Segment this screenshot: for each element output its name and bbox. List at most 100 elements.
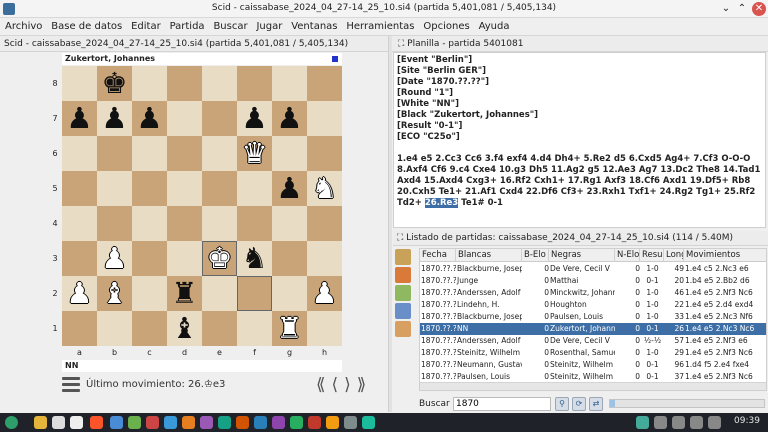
square-g4[interactable] — [272, 206, 307, 241]
square-f6[interactable]: ♛ — [237, 136, 272, 171]
menu-buscar[interactable]: Buscar — [210, 18, 250, 36]
bluetooth-icon[interactable] — [672, 416, 685, 429]
app-icon[interactable] — [164, 416, 177, 429]
network-icon[interactable] — [636, 416, 649, 429]
table-row[interactable]: 1870.??.??Anderssen, Adolf0De Vere, Ceci… — [420, 335, 766, 347]
square-h5[interactable]: ♞ — [307, 171, 342, 206]
square-h2[interactable]: ♟ — [307, 276, 342, 311]
notifications-icon[interactable] — [708, 416, 721, 429]
table-row[interactable]: 1870.??.??Steinitz, Wilhelm0Rosenthal, S… — [420, 347, 766, 359]
square-b7[interactable]: ♟ — [97, 101, 132, 136]
column-header[interactable]: Blancas — [456, 249, 522, 262]
square-a1[interactable] — [62, 311, 97, 346]
layout-icon[interactable] — [395, 285, 411, 301]
square-f5[interactable] — [237, 171, 272, 206]
close-icon[interactable]: ✕ — [752, 2, 766, 16]
square-c3[interactable] — [132, 241, 167, 276]
app-icon[interactable] — [308, 416, 321, 429]
white-king-icon[interactable]: ♚ — [202, 241, 237, 276]
chevron-down-icon[interactable]: ⌄ — [718, 1, 734, 17]
black-rook-icon[interactable]: ♜ — [167, 276, 202, 311]
menu-ventanas[interactable]: Ventanas — [288, 18, 340, 36]
hamburger-menu-icon[interactable] — [62, 377, 80, 393]
notes-icon[interactable] — [52, 416, 65, 429]
black-pawn-icon[interactable]: ♟ — [62, 101, 97, 136]
square-g8[interactable] — [272, 66, 307, 101]
black-king-icon[interactable]: ♚ — [97, 66, 132, 101]
app-icon[interactable] — [272, 416, 285, 429]
start-menu-icon[interactable] — [5, 416, 18, 429]
square-b8[interactable]: ♚ — [97, 66, 132, 101]
white-knight-icon[interactable]: ♞ — [307, 171, 342, 206]
square-a3[interactable] — [62, 241, 97, 276]
menu-ayuda[interactable]: Ayuda — [476, 18, 513, 36]
stats-chart-icon[interactable] — [395, 303, 411, 319]
square-d3[interactable] — [167, 241, 202, 276]
square-e2[interactable] — [202, 276, 237, 311]
column-header[interactable]: Negras — [549, 249, 615, 262]
square-d6[interactable] — [167, 136, 202, 171]
expand-icon[interactable]: ⛶ — [398, 39, 407, 49]
board-icon[interactable] — [395, 321, 411, 337]
square-f8[interactable] — [237, 66, 272, 101]
square-g6[interactable] — [272, 136, 307, 171]
white-pawn-icon[interactable]: ♟ — [97, 241, 132, 276]
square-e5[interactable] — [202, 171, 237, 206]
square-d4[interactable] — [167, 206, 202, 241]
menu-base-de-datos[interactable]: Base de datos — [48, 18, 125, 36]
menu-opciones[interactable]: Opciones — [420, 18, 472, 36]
square-h3[interactable] — [307, 241, 342, 276]
filter-icon[interactable] — [395, 249, 411, 265]
app-icon[interactable] — [344, 416, 357, 429]
square-a6[interactable] — [62, 136, 97, 171]
square-e4[interactable] — [202, 206, 237, 241]
square-f3[interactable]: ♞ — [237, 241, 272, 276]
search-input[interactable] — [453, 397, 551, 411]
square-g5[interactable]: ♟ — [272, 171, 307, 206]
app-icon[interactable] — [182, 416, 195, 429]
horizontal-scrollbar[interactable] — [420, 382, 766, 390]
app-icon[interactable] — [128, 416, 141, 429]
square-g1[interactable]: ♜ — [272, 311, 307, 346]
square-h7[interactable] — [307, 101, 342, 136]
column-header[interactable]: N-Elo — [615, 249, 640, 262]
black-pawn-icon[interactable]: ♟ — [97, 101, 132, 136]
pgn-current-move[interactable]: 26.Re3 — [424, 198, 459, 208]
black-pawn-icon[interactable]: ♟ — [272, 101, 307, 136]
app-icon[interactable] — [254, 416, 267, 429]
black-pawn-icon[interactable]: ♟ — [272, 171, 307, 206]
square-a4[interactable] — [62, 206, 97, 241]
first-move-button[interactable]: ⟪ — [316, 375, 331, 395]
square-c5[interactable] — [132, 171, 167, 206]
panel-splitter[interactable] — [388, 36, 392, 412]
square-f2[interactable] — [237, 276, 272, 311]
app-icon[interactable] — [200, 416, 213, 429]
square-h8[interactable] — [307, 66, 342, 101]
black-bishop-icon[interactable]: ♝ — [167, 311, 202, 346]
pgn-moves-after[interactable]: Te1# 0-1 — [461, 198, 503, 208]
search-icon[interactable]: ⚲ — [555, 397, 569, 411]
square-e7[interactable] — [202, 101, 237, 136]
column-header[interactable]: Long — [664, 249, 684, 262]
app-icon[interactable] — [218, 416, 231, 429]
white-queen-icon[interactable]: ♛ — [237, 136, 272, 171]
square-h6[interactable] — [307, 136, 342, 171]
menu-archivo[interactable]: Archivo — [2, 18, 45, 36]
square-d8[interactable] — [167, 66, 202, 101]
app-icon[interactable] — [236, 416, 249, 429]
battery-icon[interactable] — [690, 416, 703, 429]
square-h1[interactable] — [307, 311, 342, 346]
chess-board[interactable]: ♚ ♟ ♟ ♟ ♟ ♟ ♛ ♟ ♞ ♟ ♚ ♞ ♟ ♝ ♜ ♟ ♝ ♜ — [62, 66, 342, 346]
square-a8[interactable] — [62, 66, 97, 101]
table-row[interactable]: 1870.??.??Blackburne, Joseph0Paulsen, Lo… — [420, 311, 766, 323]
expand-icon[interactable]: ⛶ — [397, 233, 406, 243]
editor-icon[interactable] — [110, 416, 123, 429]
white-rook-icon[interactable]: ♜ — [272, 311, 307, 346]
next-move-button[interactable]: ⟩ — [344, 375, 357, 395]
black-pawn-icon[interactable]: ♟ — [237, 101, 272, 136]
square-f7[interactable]: ♟ — [237, 101, 272, 136]
square-a5[interactable] — [62, 171, 97, 206]
square-g7[interactable]: ♟ — [272, 101, 307, 136]
square-b1[interactable] — [97, 311, 132, 346]
square-a7[interactable]: ♟ — [62, 101, 97, 136]
